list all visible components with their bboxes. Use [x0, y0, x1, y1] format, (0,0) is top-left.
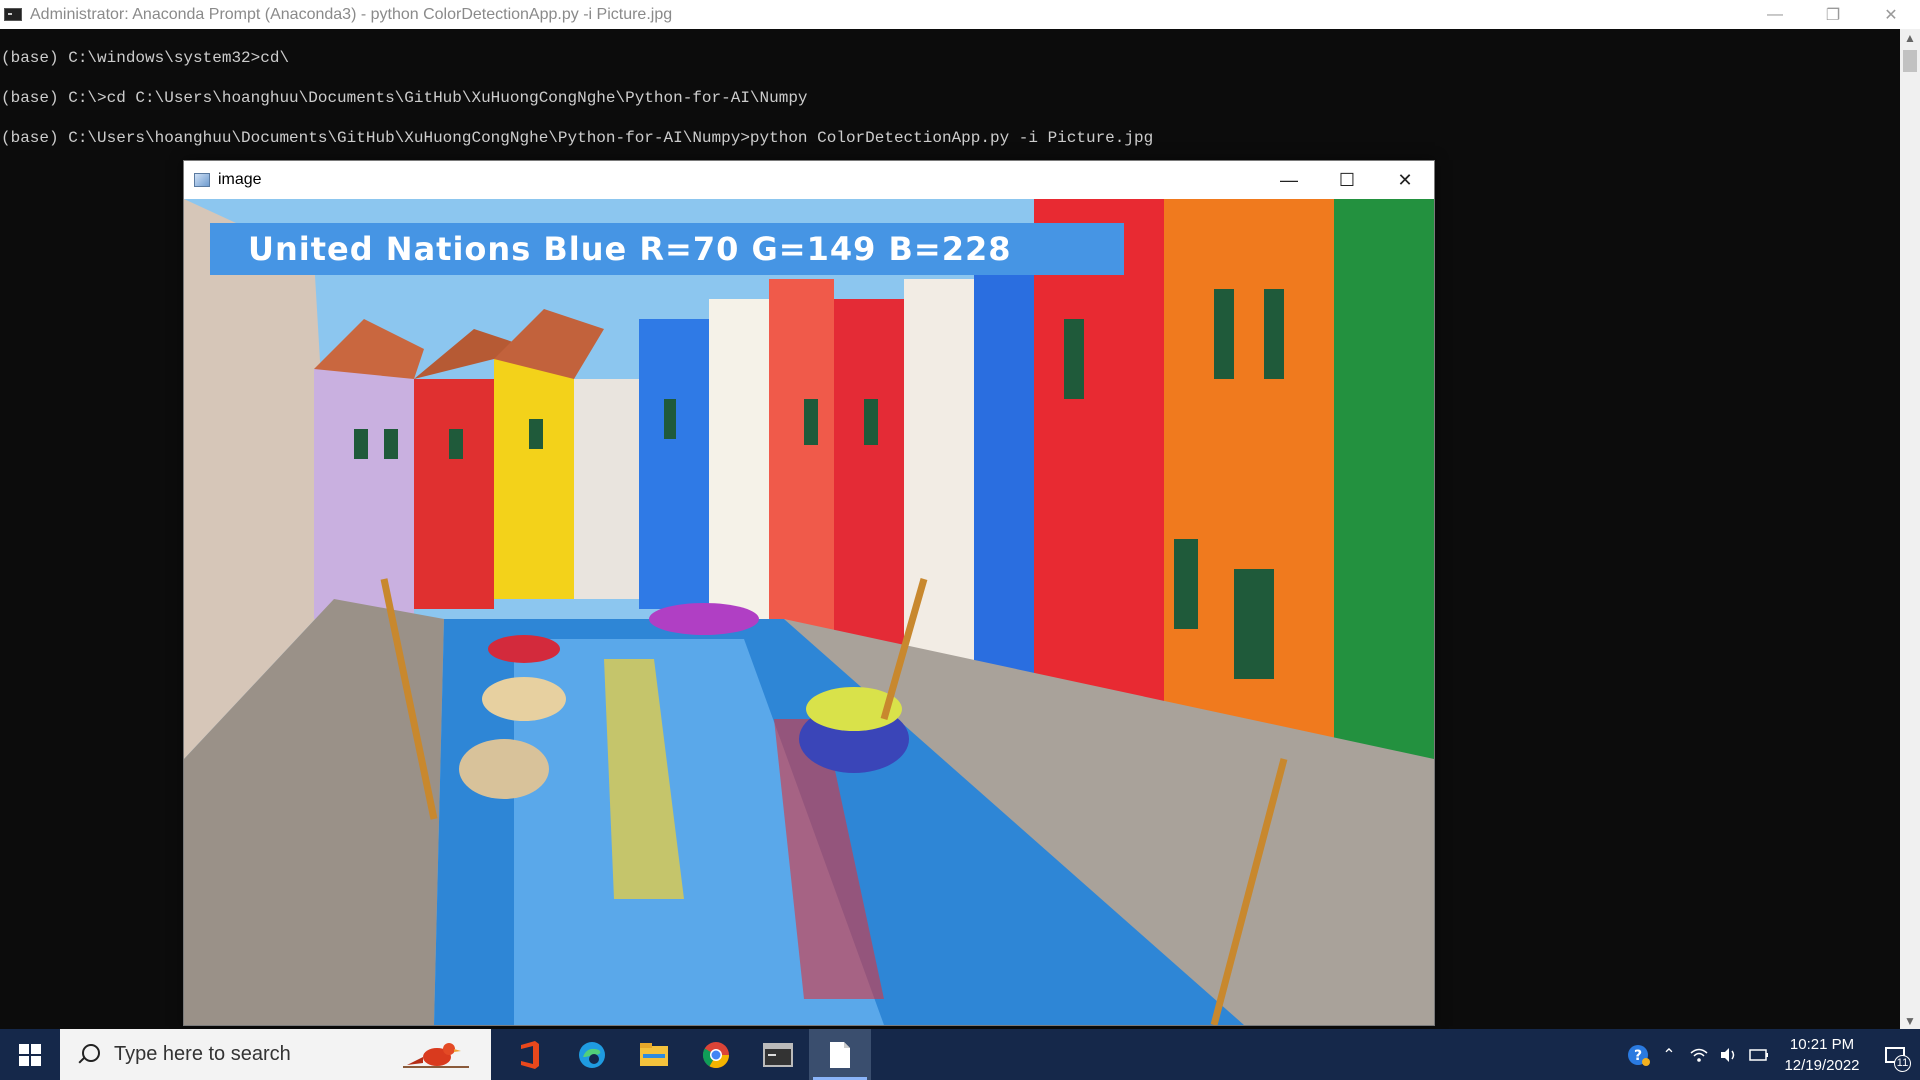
scroll-up-icon[interactable]: ▲ [1900, 29, 1920, 47]
console-scrollbar[interactable]: ▲ ▼ [1900, 29, 1920, 1030]
office-icon [521, 1040, 539, 1069]
scroll-down-icon[interactable]: ▼ [1900, 1012, 1920, 1030]
volume-icon[interactable] [1714, 1029, 1744, 1080]
image-window-title: image [218, 171, 262, 188]
console-close-button[interactable]: ✕ [1862, 0, 1920, 29]
detected-color-label: United Nations Blue R=70 G=149 B=228 [210, 223, 1124, 275]
console-restore-button[interactable]: ❐ [1804, 0, 1862, 29]
console-minimize-button[interactable]: — [1746, 0, 1804, 29]
notepad-app-button[interactable] [809, 1029, 871, 1080]
scroll-thumb[interactable] [1903, 50, 1917, 72]
chrome-icon [702, 1041, 730, 1068]
taskbar-clock[interactable]: 10:21 PM 12/19/2022 [1774, 1034, 1870, 1076]
console-titlebar: Administrator: Anaconda Prompt (Anaconda… [0, 0, 1920, 29]
start-button[interactable] [0, 1029, 60, 1080]
terminal-icon [763, 1042, 793, 1067]
search-icon [76, 1042, 102, 1068]
terminal-app-button[interactable] [747, 1029, 809, 1080]
edge-icon [579, 1041, 605, 1068]
file-explorer-icon [640, 1042, 668, 1066]
chrome-app-button[interactable] [685, 1029, 747, 1080]
windows-logo-icon [19, 1043, 41, 1066]
edge-app-button[interactable] [561, 1029, 623, 1080]
image-minimize-button[interactable]: — [1260, 161, 1318, 199]
svg-text:?: ? [1634, 1048, 1642, 1064]
image-window-titlebar[interactable]: image — ☐ ✕ [184, 161, 1434, 199]
image-canvas[interactable]: United Nations Blue R=70 G=149 B=228 [184, 199, 1434, 1025]
chevron-up-icon[interactable]: ⌃ [1654, 1029, 1684, 1080]
notification-center-button[interactable]: 11 [1870, 1029, 1920, 1080]
notepad-icon [830, 1041, 850, 1068]
system-tray: ? ⌃ 10:21 PM 12/19/2022 11 [1624, 1029, 1920, 1080]
image-window[interactable]: image — ☐ ✕ United Nations Blue R=70 G=1… [183, 160, 1435, 1026]
office-app-button[interactable] [499, 1029, 561, 1080]
cardinal-bird-icon [403, 1043, 469, 1068]
taskbar-search-box[interactable]: Type here to search [60, 1029, 491, 1080]
console-line: (base) C:\>cd C:\Users\hoanghuu\Document… [1, 89, 808, 107]
console-app-icon [4, 8, 22, 21]
image-window-icon [194, 173, 210, 187]
taskbar: Type here to search ? ⌃ 10:21 PM 12/19/2… [0, 1029, 1920, 1080]
console-line: (base) C:\windows\system32>cd\ [1, 49, 290, 67]
help-icon[interactable]: ? [1624, 1029, 1654, 1080]
file-explorer-app-button[interactable] [623, 1029, 685, 1080]
clock-time: 10:21 PM [1789, 1035, 1855, 1053]
console-line: (base) C:\Users\hoanghuu\Documents\GitHu… [1, 129, 1154, 147]
battery-icon[interactable] [1744, 1029, 1774, 1080]
venice-canal-photo [184, 199, 1434, 1025]
search-placeholder: Type here to search [114, 1043, 291, 1065]
image-maximize-button[interactable]: ☐ [1318, 161, 1376, 199]
console-title: Administrator: Anaconda Prompt (Anaconda… [30, 5, 673, 23]
detected-color-text: United Nations Blue R=70 G=149 B=228 [248, 230, 1012, 268]
wifi-icon[interactable] [1684, 1029, 1714, 1080]
image-close-button[interactable]: ✕ [1376, 161, 1434, 199]
notification-count-badge: 11 [1894, 1055, 1911, 1072]
clock-date: 12/19/2022 [1784, 1056, 1860, 1074]
